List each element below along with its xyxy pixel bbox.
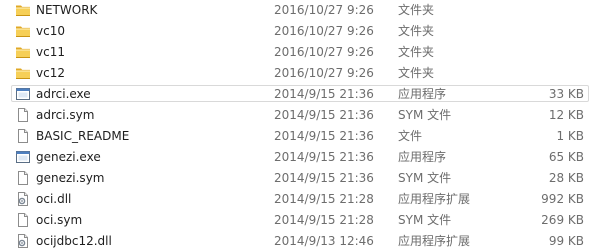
- file-name: genezi.sym: [36, 171, 105, 185]
- file-date: 2014/9/15 21:36: [274, 171, 374, 185]
- file-size: 12 KB: [548, 108, 584, 122]
- file-date: 2014/9/15 21:28: [274, 213, 374, 227]
- file-size: 28 KB: [548, 171, 584, 185]
- file-type: SYM 文件: [398, 213, 452, 227]
- file-type: 文件夹: [398, 24, 435, 38]
- file-icon: [15, 212, 31, 228]
- file-name: genezi.exe: [36, 150, 101, 164]
- file-date: 2016/10/27 9:26: [274, 24, 374, 38]
- file-type: 应用程序扩展: [398, 234, 471, 248]
- file-row-vc10[interactable]: vc10 2016/10/27 9:26 文件夹: [0, 21, 608, 41]
- file-type: 应用程序: [398, 150, 447, 164]
- file-row-basic-readme[interactable]: BASIC_README 2014/9/15 21:36 文件 1 KB: [0, 126, 608, 146]
- file-type: 文件: [398, 129, 423, 143]
- file-type: 文件夹: [398, 45, 435, 59]
- file-date: 2014/9/15 21:36: [274, 129, 374, 143]
- file-name: adrci.sym: [36, 108, 95, 122]
- file-name: vc12: [36, 66, 65, 80]
- file-date: 2016/10/27 9:26: [274, 3, 374, 17]
- folder-icon: [15, 44, 31, 60]
- file-name: ocijdbc12.dll: [36, 234, 112, 248]
- file-type: 文件夹: [398, 3, 435, 17]
- file-name: BASIC_README: [36, 129, 130, 143]
- dll-icon: [15, 233, 31, 249]
- file-type: 文件夹: [398, 66, 435, 80]
- file-name: oci.dll: [36, 192, 72, 206]
- file-date: 2014/9/15 21:36: [274, 87, 374, 101]
- file-size: 33 KB: [548, 87, 584, 101]
- file-type: 应用程序扩展: [398, 192, 471, 206]
- file-list: NETWORK 2016/10/27 9:26 文件夹 vc10 2016/10…: [0, 0, 608, 250]
- file-size: 992 KB: [541, 192, 584, 206]
- file-row-adrci-sym[interactable]: adrci.sym 2014/9/15 21:36 SYM 文件 12 KB: [0, 105, 608, 125]
- file-name: vc10: [36, 24, 65, 38]
- file-row-oci-sym[interactable]: oci.sym 2014/9/15 21:28 SYM 文件 269 KB: [0, 210, 608, 230]
- file-size: 65 KB: [548, 150, 584, 164]
- file-size: 1 KB: [556, 129, 584, 143]
- file-date: 2014/9/15 21:36: [274, 108, 374, 122]
- file-icon: [15, 107, 31, 123]
- file-date: 2014/9/15 21:36: [274, 150, 374, 164]
- file-date: 2016/10/27 9:26: [274, 45, 374, 59]
- file-type: 应用程序: [398, 87, 447, 101]
- exe-icon: [15, 86, 31, 102]
- file-name: vc11: [36, 45, 65, 59]
- file-icon: [15, 128, 31, 144]
- file-row-network[interactable]: NETWORK 2016/10/27 9:26 文件夹: [0, 0, 608, 20]
- file-row-vc11[interactable]: vc11 2016/10/27 9:26 文件夹: [0, 42, 608, 62]
- file-type: SYM 文件: [398, 108, 452, 122]
- file-name: NETWORK: [36, 3, 98, 17]
- folder-icon: [15, 23, 31, 39]
- file-row-genezi-exe[interactable]: genezi.exe 2014/9/15 21:36 应用程序 65 KB: [0, 147, 608, 167]
- file-date: 2014/9/13 12:46: [274, 234, 374, 248]
- file-row-ocijdbc12-dll[interactable]: ocijdbc12.dll 2014/9/13 12:46 应用程序扩展 99 …: [0, 231, 608, 250]
- file-row-vc12[interactable]: vc12 2016/10/27 9:26 文件夹: [0, 63, 608, 83]
- file-size: 99 KB: [548, 234, 584, 248]
- folder-icon: [15, 65, 31, 81]
- file-size: 269 KB: [541, 213, 584, 227]
- file-date: 2014/9/15 21:28: [274, 192, 374, 206]
- file-name: oci.sym: [36, 213, 83, 227]
- file-icon: [15, 170, 31, 186]
- file-row-oci-dll[interactable]: oci.dll 2014/9/15 21:28 应用程序扩展 992 KB: [0, 189, 608, 209]
- dll-icon: [15, 191, 31, 207]
- folder-icon: [15, 2, 31, 18]
- file-date: 2016/10/27 9:26: [274, 66, 374, 80]
- file-row-genezi-sym[interactable]: genezi.sym 2014/9/15 21:36 SYM 文件 28 KB: [0, 168, 608, 188]
- file-type: SYM 文件: [398, 171, 452, 185]
- exe-icon: [15, 149, 31, 165]
- file-row-adrci-exe[interactable]: adrci.exe 2014/9/15 21:36 应用程序 33 KB: [0, 84, 608, 104]
- file-name: adrci.exe: [36, 87, 91, 101]
